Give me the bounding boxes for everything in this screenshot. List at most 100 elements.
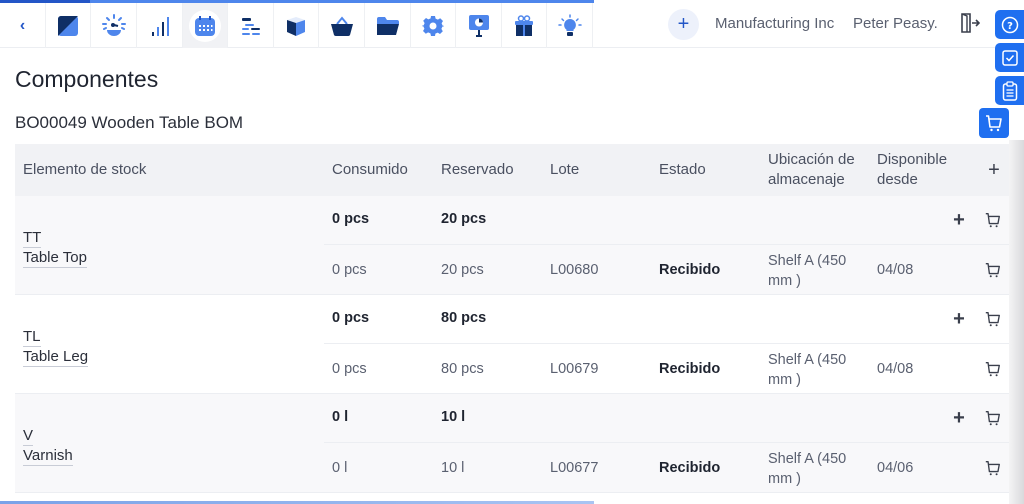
item-code-link[interactable]: TT: [23, 229, 42, 248]
svg-text:?: ?: [1007, 21, 1013, 32]
add-line-button[interactable]: +: [949, 208, 969, 231]
header-available: Disponible desde: [877, 150, 947, 190]
add-line-button[interactable]: +: [949, 406, 969, 429]
order-button[interactable]: [983, 260, 1003, 280]
cart-button[interactable]: [979, 108, 1009, 138]
nav-item-speedometer[interactable]: [92, 3, 137, 48]
header-location-line2: almacenaje: [768, 171, 845, 188]
back-button[interactable]: ‹: [0, 3, 46, 48]
line-location: Shelf A (450 mm ): [768, 251, 846, 291]
line-reserved: 20 pcs: [441, 262, 484, 278]
nav-item-reports[interactable]: [138, 3, 183, 48]
order-button[interactable]: [983, 210, 1003, 230]
order-button[interactable]: [983, 359, 1003, 379]
plus-icon: +: [953, 307, 965, 330]
line-location-2: mm ): [768, 372, 802, 388]
line-available: 04/06: [877, 460, 914, 476]
line-location: Shelf A (450 mm ): [768, 350, 846, 390]
lightbulb-icon: [558, 13, 582, 36]
line-location: Shelf A (450 mm ): [768, 449, 846, 489]
add-column-button[interactable]: +: [984, 159, 1004, 181]
line-lot: L00679: [550, 361, 599, 377]
cart-icon: [985, 362, 1000, 377]
plus-icon: +: [953, 406, 965, 429]
cart-icon: [985, 411, 1000, 426]
line-consumed: 0 pcs: [332, 361, 367, 377]
header-status: Estado: [659, 161, 706, 178]
line-consumed: 0 pcs: [332, 262, 367, 278]
table-row-group: TT Table Top 0 pcs 20 pcs + 0 pcs 20 pcs…: [15, 196, 1009, 295]
checkbox-icon: [1001, 49, 1018, 66]
quick-add-button[interactable]: +: [668, 9, 699, 40]
nav-item-ideas[interactable]: [548, 3, 593, 48]
total-reserved: 80 pcs: [441, 310, 487, 326]
tasks-button[interactable]: [995, 43, 1024, 72]
header-available-line1: Disponible: [877, 151, 948, 168]
total-reserved: 20 pcs: [441, 211, 487, 227]
clipboard-button[interactable]: [995, 76, 1024, 105]
line-status: Recibido: [659, 460, 721, 476]
components-table: Elemento de stock Consumido Reservado Lo…: [15, 144, 1009, 493]
nav-item-stock[interactable]: [274, 3, 319, 48]
nav-item-purchasing[interactable]: [320, 3, 365, 48]
gift-icon: [515, 14, 533, 36]
logout-icon: [961, 13, 981, 33]
line-status: Recibido: [659, 361, 721, 377]
header-location: Ubicación de almacenaje: [768, 150, 855, 190]
item-code-link[interactable]: V: [23, 427, 34, 446]
nav-item-dashboard[interactable]: [46, 3, 91, 48]
nav-item-presentation[interactable]: [457, 3, 502, 48]
logout-button[interactable]: [958, 12, 981, 36]
user-name[interactable]: Peter Peasy.: [853, 15, 938, 32]
cart-icon: [986, 115, 1002, 132]
table-row: 0 pcs 20 pcs L00680 Recibido Shelf A (45…: [324, 245, 1009, 294]
nav-item-files[interactable]: [366, 3, 411, 48]
cart-icon: [985, 461, 1000, 476]
line-location-2: mm ): [768, 471, 802, 487]
box-icon: [287, 16, 305, 36]
plus-icon: +: [953, 208, 965, 231]
order-button[interactable]: [983, 309, 1003, 329]
add-line-button[interactable]: +: [949, 307, 969, 330]
chevron-left-icon: ‹: [19, 16, 26, 34]
top-navigation-bar: ‹ + Manufacturing Inc Peter Peasy.: [0, 0, 1024, 48]
line-reserved: 80 pcs: [441, 361, 484, 377]
total-consumed: 0 pcs: [332, 211, 370, 227]
basket-icon: [331, 15, 353, 36]
presentation-icon: [469, 14, 489, 37]
item-name-link[interactable]: Table Top: [23, 249, 87, 268]
line-available: 04/08: [877, 262, 914, 278]
header-item: Elemento de stock: [23, 161, 147, 178]
clipboard-icon: [1002, 80, 1017, 101]
page-title: Componentes: [15, 66, 159, 92]
line-lot: L00680: [550, 262, 599, 278]
active-indicator: [189, 9, 221, 42]
total-consumed: 0 l: [332, 409, 349, 425]
nav-item-planning[interactable]: [229, 3, 274, 48]
item-name-link[interactable]: Table Leg: [23, 348, 89, 367]
nav-item-calendar[interactable]: [183, 3, 228, 48]
header-lot: Lote: [550, 161, 580, 178]
header-reserved: Reservado: [441, 161, 514, 178]
nav-item-gifts[interactable]: [502, 3, 547, 48]
line-consumed: 0 l: [332, 460, 348, 476]
help-button[interactable]: ?: [995, 10, 1024, 39]
order-button[interactable]: [983, 458, 1003, 478]
header-available-line2: desde: [877, 171, 918, 188]
group-total-row: 0 l 10 l +: [324, 394, 1009, 443]
item-name-link[interactable]: Varnish: [23, 447, 73, 466]
nav-item-settings[interactable]: [411, 3, 456, 48]
line-available: 04/08: [877, 361, 914, 377]
order-button[interactable]: [983, 408, 1003, 428]
group-total-row: 0 pcs 20 pcs +: [324, 196, 1009, 245]
line-location-1: Shelf A (450: [768, 451, 847, 467]
item-code-link[interactable]: TL: [23, 328, 41, 347]
speedometer-icon: [102, 13, 126, 36]
line-reserved: 10 l: [441, 460, 465, 476]
scrollbar[interactable]: [1009, 140, 1024, 504]
dashboard-icon: [58, 15, 78, 36]
total-consumed: 0 pcs: [332, 310, 370, 326]
company-name[interactable]: Manufacturing Inc: [715, 15, 834, 32]
table-row-group: V Varnish 0 l 10 l + 0 l 10 l L00677 Rec…: [15, 394, 1009, 493]
cart-icon: [985, 263, 1000, 278]
